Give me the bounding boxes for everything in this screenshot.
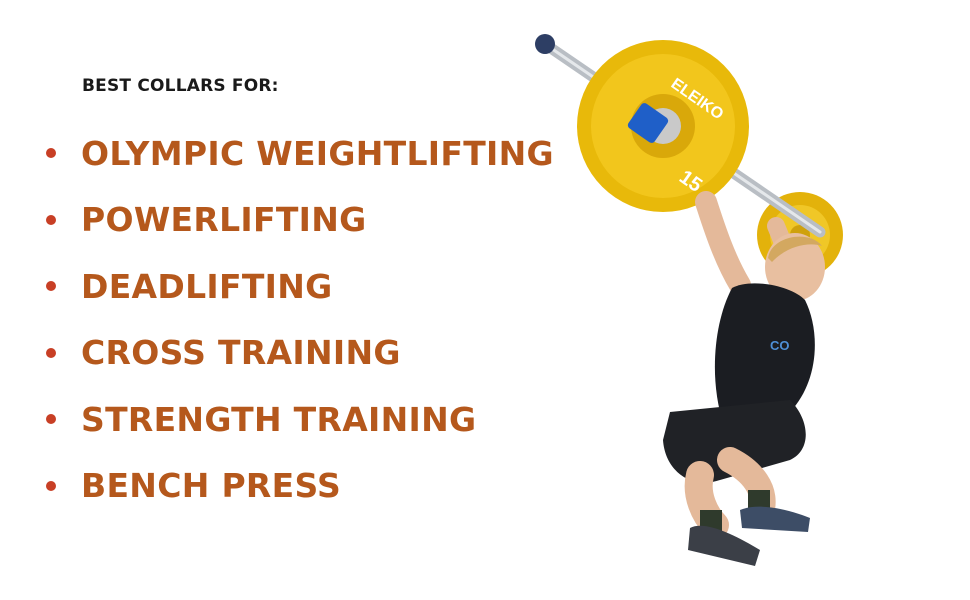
list-item-label: OLYMPIC WEIGHTLIFTING xyxy=(81,133,554,173)
bullet-icon xyxy=(46,414,56,425)
list-item: CROSS TRAINING xyxy=(46,320,554,387)
list-item: BENCH PRESS xyxy=(46,453,554,520)
list-item: DEADLIFTING xyxy=(46,253,554,320)
list-item: POWERLIFTING xyxy=(46,187,554,254)
list-item-label: POWERLIFTING xyxy=(81,200,367,240)
bullet-icon xyxy=(46,148,56,159)
list-item-label: DEADLIFTING xyxy=(81,266,333,306)
list-item: OLYMPIC WEIGHTLIFTING xyxy=(46,120,554,187)
athlete-shoe-right xyxy=(740,506,810,532)
weightlifter-illustration: ELEIKO 15 CO xyxy=(535,34,843,566)
bar-end-cap xyxy=(535,34,555,54)
bullet-icon xyxy=(46,480,56,491)
uses-list: OLYMPIC WEIGHTLIFTING POWERLIFTING DEADL… xyxy=(46,120,554,519)
list-item-label: CROSS TRAINING xyxy=(81,333,401,373)
list-item-label: BENCH PRESS xyxy=(81,466,342,506)
bullet-icon xyxy=(46,347,56,358)
athlete-torso xyxy=(714,283,815,412)
list-item-label: STRENGTH TRAINING xyxy=(81,399,477,439)
svg-text:CO: CO xyxy=(770,338,790,353)
list-item: STRENGTH TRAINING xyxy=(46,386,554,453)
bullet-icon xyxy=(46,281,56,292)
athlete-shoe-left xyxy=(688,525,760,566)
page: BEST COLLARS FOR: OLYMPIC WEIGHTLIFTING … xyxy=(0,0,970,600)
heading: BEST COLLARS FOR: xyxy=(82,76,279,96)
bullet-icon xyxy=(46,214,56,225)
